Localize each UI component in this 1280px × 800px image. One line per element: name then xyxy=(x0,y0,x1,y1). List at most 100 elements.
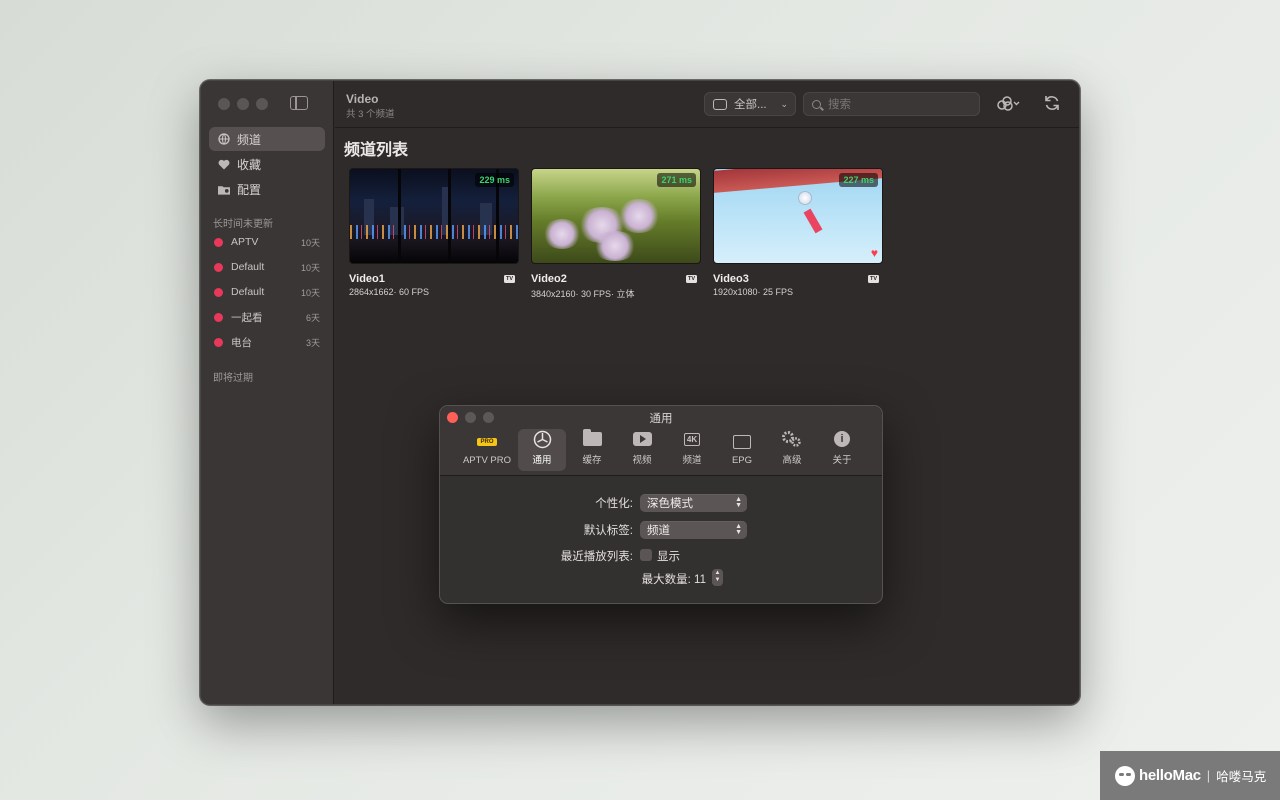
tab-about[interactable]: i 关于 xyxy=(820,429,864,471)
globe-icon xyxy=(218,133,230,145)
sidebar-item-label: 配置 xyxy=(237,182,262,197)
tv-badge: TV xyxy=(867,275,879,283)
preferences-toolbar: 通用 PRO APTV PRO 通用 缓存 视频 4K 频道 EPG 高级 i … xyxy=(440,406,882,476)
sidebar-channel-item[interactable]: APTV 10天 xyxy=(214,234,320,250)
channel-name: Default xyxy=(231,261,265,273)
preferences-title: 通用 xyxy=(649,413,673,425)
channel-thumbnail[interactable]: 229 ms xyxy=(349,168,519,264)
search-input[interactable]: 搜索 xyxy=(803,92,980,116)
sidebar-item-config[interactable]: 配置 xyxy=(209,177,325,201)
tab-label: 通用 xyxy=(532,455,552,466)
favorite-heart-icon[interactable]: ♥ xyxy=(871,246,878,260)
tab-video[interactable]: 视频 xyxy=(620,429,664,471)
tv-badge: TV xyxy=(685,275,697,283)
watermark: helloMac | 哈喽马克 xyxy=(1100,751,1280,800)
tv-badge: TV xyxy=(503,275,515,283)
minimize-window-button[interactable] xyxy=(237,98,249,110)
thumbnail-art xyxy=(542,219,582,249)
chevron-down-icon: ⌄ xyxy=(780,98,788,109)
updown-chevron-icon: ▲ ▼ xyxy=(735,523,742,536)
recent-playlist-checkbox[interactable] xyxy=(640,549,652,561)
search-placeholder: 搜索 xyxy=(828,99,851,111)
search-icon xyxy=(812,99,821,109)
personalization-label: 个性化: xyxy=(595,498,633,510)
pro-badge-icon: PRO xyxy=(477,433,497,451)
channel-list-heading: 频道列表 xyxy=(344,142,409,159)
channel-title: Video3 xyxy=(713,273,749,285)
tray-icon xyxy=(713,98,727,110)
thumbnail-art xyxy=(398,169,401,263)
channel-age: 10天 xyxy=(300,262,320,273)
channel-title-row: Video1 TV xyxy=(349,273,519,285)
channel-meta: 2864x1662· 60 FPS xyxy=(349,287,430,297)
channel-card[interactable]: 229 ms Video1 TV 2864x1662· 60 FPS xyxy=(349,168,519,297)
sidebar-item-label: 收藏 xyxy=(237,157,262,172)
sidebar-channel-item[interactable]: 电台 3天 xyxy=(214,334,320,350)
default-tab-select[interactable]: 频道 ▲ ▼ xyxy=(640,521,747,539)
filter-dropdown[interactable]: 全部... ⌄ xyxy=(704,92,796,116)
hellomac-logo-icon xyxy=(1115,765,1135,786)
tab-label: 高级 xyxy=(782,455,802,466)
watermark-cn: 哈喽马克 xyxy=(1216,770,1267,784)
channel-meta: 3840x2160· 30 FPS· 立体 xyxy=(531,289,635,299)
tab-cache[interactable]: 缓存 xyxy=(570,429,614,471)
channel-thumbnail[interactable]: 227 ms ♥ xyxy=(713,168,883,264)
max-count-stepper[interactable]: ▲ ▼ xyxy=(712,569,723,586)
section-label-expiring: 即将过期 xyxy=(213,373,253,384)
window-controls xyxy=(218,98,268,110)
section-label-stale: 长时间未更新 xyxy=(213,219,273,230)
tab-label: 关于 xyxy=(832,455,852,466)
status-dot xyxy=(214,237,223,247)
preferences-window: 通用 PRO APTV PRO 通用 缓存 视频 4K 频道 EPG 高级 i … xyxy=(439,405,883,604)
sidebar-toggle-icon[interactable] xyxy=(290,96,308,110)
channel-thumbnail[interactable]: 271 ms xyxy=(531,168,701,264)
info-icon: i xyxy=(834,430,850,448)
watermark-brand: helloMac xyxy=(1139,767,1201,784)
tab-general[interactable]: 通用 xyxy=(518,429,566,471)
sidebar: 频道 收藏 配置 长时间未更新 APTV 10天 Default 10天 Def… xyxy=(201,81,334,704)
tab-epg[interactable]: EPG xyxy=(720,429,764,471)
max-count-label: 最大数量: 11 xyxy=(641,574,706,586)
channel-meta: 1920x1080· 25 FPS xyxy=(713,287,794,297)
channel-name: Default xyxy=(231,286,265,298)
updown-chevron-icon: ▲ ▼ xyxy=(735,496,742,509)
sidebar-channel-item[interactable]: Default 10天 xyxy=(214,259,320,275)
4k-icon: 4K xyxy=(683,430,701,448)
channel-age: 3天 xyxy=(305,337,320,348)
tab-label: APTV PRO xyxy=(462,455,512,466)
tab-channels[interactable]: 4K 频道 xyxy=(670,429,714,471)
sidebar-channel-item[interactable]: 一起看 6天 xyxy=(214,309,320,325)
sidebar-channel-item[interactable]: Default 10天 xyxy=(214,284,320,300)
link-filter-icon[interactable] xyxy=(995,94,1021,118)
sidebar-item-channels[interactable]: 频道 xyxy=(209,127,325,151)
page-title: Video xyxy=(346,92,379,106)
tab-aptv-pro[interactable]: PRO APTV PRO xyxy=(458,429,516,471)
channel-age: 10天 xyxy=(300,287,320,298)
default-tab-label: 默认标签: xyxy=(583,525,633,537)
folder-icon xyxy=(582,429,602,448)
zoom-window-button[interactable] xyxy=(256,98,268,110)
appearance-select[interactable]: 深色模式 ▲ ▼ xyxy=(640,494,747,512)
show-label: 显示 xyxy=(657,551,680,563)
tab-label: EPG xyxy=(731,455,753,466)
status-dot xyxy=(214,337,223,347)
sidebar-item-label: 频道 xyxy=(237,132,262,147)
latency-badge: 227 ms xyxy=(839,173,878,187)
channel-card[interactable]: 271 ms Video2 TV 3840x2160· 30 FPS· 立体 xyxy=(531,168,701,300)
sidebar-item-favorites[interactable]: 收藏 xyxy=(209,152,325,176)
4k-label: 4K xyxy=(683,432,701,446)
guide-icon xyxy=(733,433,751,451)
close-window-button[interactable] xyxy=(218,98,230,110)
thumbnail-art xyxy=(798,191,812,205)
latency-badge: 271 ms xyxy=(657,173,696,187)
tab-advanced[interactable]: 高级 xyxy=(770,429,814,471)
filter-label: 全部... xyxy=(734,99,767,111)
play-icon xyxy=(632,430,652,448)
channel-title-row: Video3 TV xyxy=(713,273,883,285)
tab-label: 频道 xyxy=(682,455,702,466)
status-dot xyxy=(214,262,223,272)
channel-card[interactable]: 227 ms ♥ Video3 TV 1920x1080· 25 FPS xyxy=(713,168,883,297)
folder-gear-icon xyxy=(218,183,230,195)
heart-icon xyxy=(218,158,230,170)
refresh-icon[interactable] xyxy=(1043,94,1061,118)
